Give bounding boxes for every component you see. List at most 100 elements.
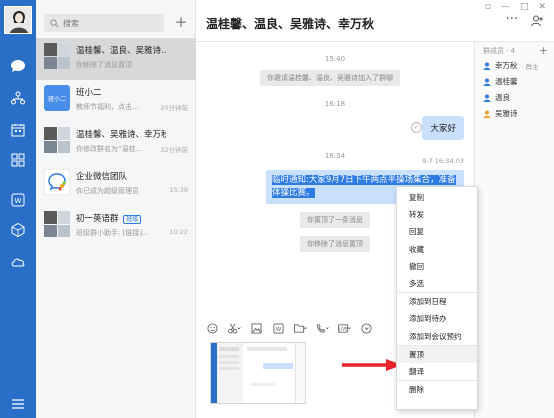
menu-item-add-schedule[interactable]: 添加到日程: [397, 293, 477, 310]
system-message: 你置顶了一条消息: [300, 212, 370, 228]
calendar-icon[interactable]: [8, 120, 28, 140]
group-avatar: [44, 211, 70, 237]
conversation-item[interactable]: 温桂馨、温良、吴雅诗... 你移除了消息置顶: [36, 38, 196, 80]
member-item[interactable]: 吴雅诗: [483, 108, 518, 119]
member-count: 群成员 · 4: [483, 47, 516, 55]
menu-item-reply[interactable]: 回复: [397, 223, 477, 240]
conversation-list: + 温桂馨、温良、吴雅诗... 你移除了消息置顶 班小二 班小二 教师节福利，点…: [36, 0, 196, 418]
message-context-menu: 复制 转发 回复 收藏 撤回 多选 添加到日程 添加到待办 添加到会议预约 置顶…: [396, 186, 478, 410]
member-avatar-icon: [483, 110, 491, 118]
message-bubble[interactable]: 大家好: [422, 116, 464, 140]
wps-doc-icon[interactable]: W: [270, 321, 286, 335]
menu-item-delete[interactable]: 删除: [397, 381, 477, 398]
menu-item-favorite[interactable]: 收藏: [397, 241, 477, 258]
live-icon[interactable]: LIVE: [336, 321, 352, 335]
read-status-icon: ✓: [411, 122, 422, 133]
conversation-time: 20分钟前: [160, 104, 188, 112]
member-name: 温良: [495, 93, 510, 102]
menu-icon[interactable]: [8, 394, 28, 414]
conversation-preview: 教师节福利，点击...: [76, 103, 139, 111]
menu-item-multiselect[interactable]: 多选: [397, 275, 477, 292]
conversation-name-text: 初一英语群: [76, 214, 119, 224]
close-icon[interactable]: ✕: [538, 2, 546, 12]
screenshot-icon[interactable]: [226, 321, 242, 335]
pasted-image-preview[interactable]: [210, 342, 306, 404]
system-message: 你移除了消息置顶: [300, 236, 370, 252]
search-icon: [50, 18, 59, 27]
conversation-item[interactable]: 班小二 班小二 教师节福利，点击... 20分钟前: [36, 80, 196, 122]
member-avatar-icon: [483, 94, 491, 102]
conversation-preview: 你移除了消息置顶: [76, 61, 132, 69]
chat-header: 温桂馨、温良、吴雅诗、幸万秋 ▫ — □ ✕ ···: [196, 0, 554, 42]
add-member-icon[interactable]: +: [539, 44, 548, 57]
svg-text:W: W: [275, 326, 281, 332]
banxiaoer-logo-text: 班小二: [47, 95, 66, 103]
menu-item-add-todo[interactable]: 添加到待办: [397, 310, 477, 327]
chat-icon[interactable]: [8, 56, 28, 76]
minimize-icon[interactable]: —: [501, 2, 510, 12]
folder-icon[interactable]: [292, 321, 308, 335]
conversation-time: 15:39: [169, 186, 188, 194]
menu-item-add-meeting[interactable]: 添加到会议预约: [397, 328, 477, 345]
wps-doc-icon[interactable]: W: [8, 190, 28, 210]
more-tools-icon[interactable]: [358, 321, 374, 335]
menu-item-forward[interactable]: 转发: [397, 206, 477, 223]
member-avatar-icon: [483, 78, 491, 86]
timestamp: 16:18: [324, 100, 346, 108]
wecom-team-logo: [43, 168, 71, 196]
banxiaoer-logo: 班小二: [44, 85, 70, 111]
add-icon[interactable]: +: [172, 13, 190, 31]
cube-icon[interactable]: [8, 220, 28, 240]
class-badge: 班级: [123, 215, 142, 224]
member-name: 幸万秋: [495, 61, 518, 70]
add-member-icon[interactable]: [530, 14, 544, 28]
group-avatar: [44, 127, 70, 153]
conversation-name: 企业微信团队: [76, 172, 128, 182]
emoji-icon[interactable]: [204, 321, 220, 335]
conversation-preview: 你修改群名为“温桂...: [76, 145, 143, 153]
search-box[interactable]: [44, 14, 164, 32]
conversation-time: 32分钟前: [160, 146, 188, 154]
workbench-icon[interactable]: [8, 150, 28, 170]
conversation-item[interactable]: 企业微信团队 你已成为超级管理员 15:39: [36, 164, 196, 206]
member-item[interactable]: 温良: [483, 92, 510, 103]
conversation-time: 10:22: [169, 228, 188, 236]
conversation-item[interactable]: 初一英语群 班级 班级群小助手: [链接]... 10:22: [36, 206, 196, 248]
more-options-icon[interactable]: ···: [506, 12, 518, 27]
maximize-icon[interactable]: □: [520, 2, 529, 12]
search-input[interactable]: [63, 18, 153, 28]
nav-rail: W: [0, 0, 36, 418]
member-item[interactable]: 幸万秋 · 群主: [483, 60, 539, 71]
cloud-icon[interactable]: [8, 252, 28, 272]
menu-item-copy[interactable]: 复制: [397, 189, 477, 206]
conversation-name: 班小二: [76, 88, 102, 98]
member-name: 吴雅诗: [495, 109, 518, 118]
owner-tag: · 群主: [521, 62, 539, 71]
contacts-icon[interactable]: [8, 88, 28, 108]
conversation-preview: 你已成为超级管理员: [76, 187, 139, 195]
menu-item-pin[interactable]: 置顶: [397, 345, 477, 363]
member-item[interactable]: 温桂馨: [483, 76, 518, 87]
conversation-item[interactable]: 温桂馨、吴雅诗、幸万秋 你修改群名为“温桂... 32分钟前: [36, 122, 196, 164]
svg-text:LIVE: LIVE: [339, 326, 348, 331]
system-message: 你邀请温桂馨、温良、吴雅诗加入了群聊: [260, 70, 400, 86]
user-avatar[interactable]: [4, 6, 32, 34]
phone-icon[interactable]: [314, 321, 330, 335]
chat-title: 温桂馨、温良、吴雅诗、幸万秋: [206, 17, 375, 31]
menu-item-translate[interactable]: 翻译: [397, 363, 477, 380]
group-avatar: [44, 43, 70, 69]
image-icon[interactable]: [248, 321, 264, 335]
member-name: 温桂馨: [495, 77, 518, 86]
menu-item-recall[interactable]: 撤回: [397, 258, 477, 275]
member-panel: 群成员 · 4 + 幸万秋 · 群主 温桂馨 温良 吴雅诗: [474, 42, 554, 418]
red-arrow-annotation: [342, 359, 402, 371]
conversation-name: 初一英语群 班级: [76, 212, 166, 224]
timestamp: 15:40: [324, 55, 346, 63]
message-time: 9-7 16:34:03: [422, 157, 464, 165]
window-controls: ▫ — □ ✕: [485, 2, 546, 12]
conversation-name: 温桂馨、温良、吴雅诗...: [76, 46, 166, 56]
conversation-preview: 班级群小助手: [链接]...: [76, 229, 149, 237]
pin-window-icon[interactable]: ▫: [485, 2, 491, 12]
member-avatar-icon: [483, 62, 491, 70]
conversation-name: 温桂馨、吴雅诗、幸万秋: [76, 130, 166, 140]
